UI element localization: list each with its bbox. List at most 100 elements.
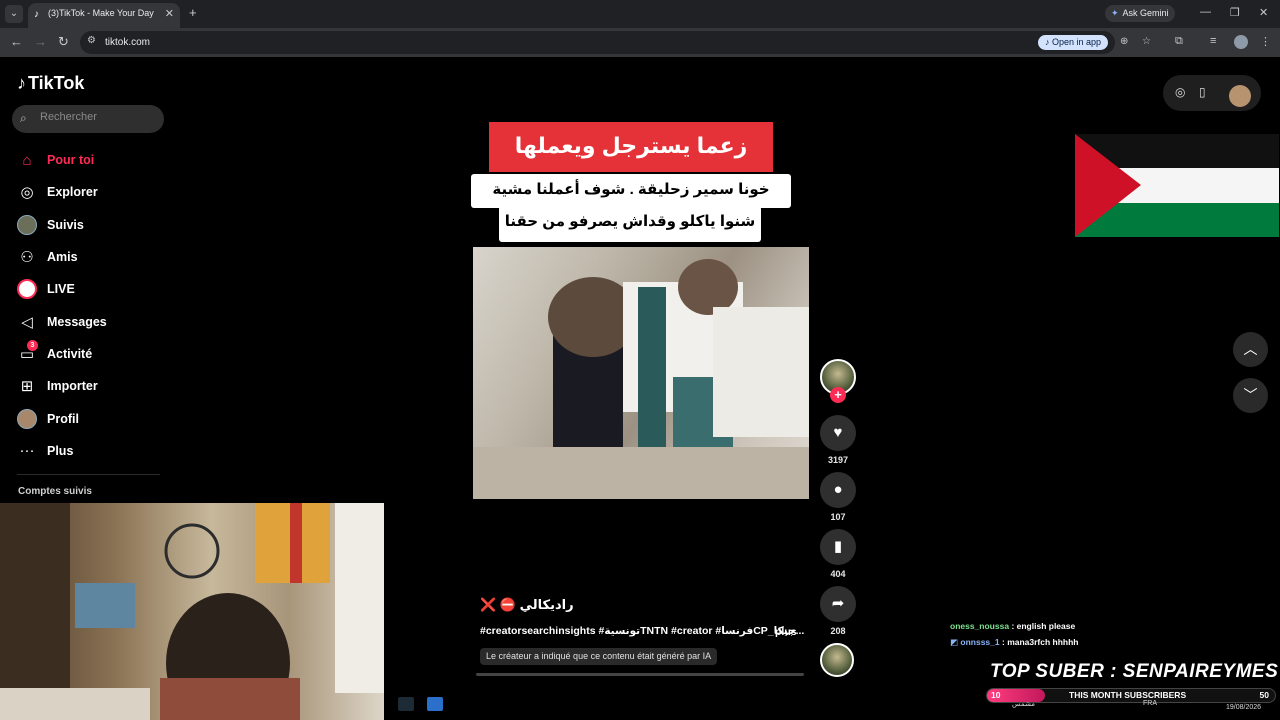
browser-menu-icon[interactable]: ⋮ [1260,35,1271,48]
device-icon[interactable]: ▯ [1199,85,1206,99]
webcam-overlay [0,503,384,720]
share-button[interactable]: ➦ [820,586,856,622]
tab-search-button[interactable]: ⌄ [5,5,23,23]
sidebar-nav: ⌂ Pour toi ◎ Explorer Suivis ⚇ Amis LIVE… [17,144,167,467]
chat-text: : mana3rfch hhhhh [1002,637,1079,647]
search-input[interactable] [40,111,158,123]
chevron-up-icon: ︿ [1243,341,1258,357]
save-button[interactable]: ▮ [820,529,856,565]
address-bar[interactable]: ⚙ tiktok.com ♪ Open in app ⊕ ☆ [80,31,1151,54]
more-description-button[interactable]: plus [775,626,797,638]
sidebar-item-suivis[interactable]: Suivis [17,209,167,241]
follow-button[interactable]: + [830,387,846,403]
chat-message: ◩ onnsss_1 : mana3rfch hhhhh [950,637,1079,653]
sidebar-item-label: Activité [47,346,93,361]
sidebar-item-label: Plus [47,443,74,458]
sidebar-item-label: Profil [47,411,79,426]
site-info-icon[interactable]: ⚙ [87,35,96,46]
video-progress-bar[interactable] [476,673,804,676]
comment-button[interactable]: ● [820,472,856,508]
back-button[interactable]: ← [10,34,23,49]
url-text: tiktok.com [105,37,151,48]
chat-message: oness_noussa : english please [950,621,1079,637]
gemini-icon: ✦ [1111,8,1119,18]
media-control-icon[interactable]: ≡ [1210,35,1216,47]
tiktok-logo-icon: ♪ [17,73,26,93]
video-hashtags[interactable]: #creatorsearchinsights #تونسيةTNTN #crea… [480,625,810,637]
sidebar-item-label: Suivis [47,217,84,232]
following-avatar-icon [17,214,37,235]
sidebar-item-label: Amis [47,250,78,265]
sidebar-item-amis[interactable]: ⚇ Amis [17,241,167,273]
notification-badge: 3 [27,339,38,351]
upload-icon: ⊞ [20,378,34,396]
sidebar-item-messages[interactable]: ◁ Messages [17,305,167,337]
sidebar-item-label: Importer [47,379,98,394]
open-in-app-label: Open in app [1052,37,1102,47]
music-disc-avatar[interactable] [820,643,854,677]
sidebar-item-explorer[interactable]: ◎ Explorer [17,176,167,208]
sidebar-item-label: Explorer [47,185,98,200]
compass-icon[interactable]: ◎ [1175,85,1185,99]
forward-button[interactable]: → [34,34,47,49]
bookmark-star-icon[interactable]: ☆ [1142,36,1151,47]
previous-video-button[interactable]: ︿ [1233,332,1268,367]
tab-close-icon[interactable]: ✕ [165,7,174,20]
top-right-controls: ◎ ▯ [1163,75,1261,111]
sidebar-item-activite[interactable]: ▭ 3 Activité [17,338,167,370]
zoom-icon[interactable]: ⊕ [1120,36,1128,47]
tiktok-logo[interactable]: ♪ TikTok [17,73,84,94]
video-frame [473,247,809,499]
ask-gemini-button[interactable]: ✦ Ask Gemini [1105,5,1175,22]
restore-button[interactable]: ❐ [1230,6,1240,19]
sidebar-item-profil[interactable]: Profil [17,402,167,434]
weather-text: مشمس [1012,701,1035,708]
browser-tab[interactable]: ♪ (3)TikTok - Make Your Day ✕ [28,3,180,28]
close-window-button[interactable]: ✕ [1259,6,1268,19]
video-caption-line-1: خونا سمير زحليقة . شوف أعملنا مشية للقصر… [471,174,791,230]
like-count: 3197 [827,455,849,465]
video-frame-illustration [473,259,809,499]
live-avatar [17,279,37,300]
tiktok-favicon-icon: ♪ [34,9,39,20]
taskbar-app-icon[interactable] [398,697,414,711]
chat-username: onnsss_1 [960,637,1000,647]
next-video-button[interactable]: ﹀ [1233,378,1268,413]
stream-chat: oness_noussa : english please ◩ onnsss_1… [950,621,1079,653]
search-box[interactable]: ⌕ [12,105,164,133]
extensions-icon[interactable]: ⧉ [1175,35,1183,48]
open-in-app-button[interactable]: ♪ Open in app [1038,35,1109,50]
new-tab-button[interactable]: + [189,5,197,20]
logo-text: TikTok [28,73,85,93]
video-player[interactable]: زعما يسترجل ويعملها سمير خونا سمير زحليق… [470,117,810,507]
chat-badge-icon: ◩ [950,637,961,647]
profile-avatar[interactable] [1234,35,1248,49]
browser-toolbar: ← → ↻ ⚙ tiktok.com ♪ Open in app ⊕ ☆ ⧉ ≡… [0,28,1280,57]
comment-count: 107 [830,512,846,522]
share-count: 208 [830,626,846,636]
comment-icon: ● [833,481,843,498]
sidebar-item-importer[interactable]: ⊞ Importer [17,370,167,402]
sidebar-item-pour-toi[interactable]: ⌂ Pour toi [17,144,167,176]
language-indicator[interactable]: FRA [1143,700,1157,707]
sidebar-item-live[interactable]: LIVE [17,273,167,305]
compass-icon: ◎ [20,184,34,202]
minimize-button[interactable]: — [1200,6,1211,18]
reload-button[interactable]: ↻ [58,34,69,50]
save-count: 404 [830,569,846,579]
sidebar-item-plus[interactable]: ··· Plus [17,435,167,467]
live-icon [17,279,37,300]
avatar [17,408,37,429]
subscriber-current: 10 [991,690,1001,700]
bookmark-icon: ▮ [833,538,843,555]
like-button[interactable]: ♥ [820,415,856,451]
subscriber-goal-target: 50 [1259,690,1269,700]
taskbar-app-icon[interactable] [427,697,443,711]
ask-gemini-label: Ask Gemini [1122,8,1169,18]
search-icon: ⌕ [20,111,27,125]
webcam-illustration [0,503,384,720]
user-avatar[interactable] [1229,85,1251,107]
share-arrow-icon: ➦ [831,595,845,612]
video-caption-line-2: شنوا ياكلو وقداش يصرفو من حقنا شعب [499,206,761,262]
video-author[interactable]: راديكالي ⛔ ❌ [480,597,574,613]
